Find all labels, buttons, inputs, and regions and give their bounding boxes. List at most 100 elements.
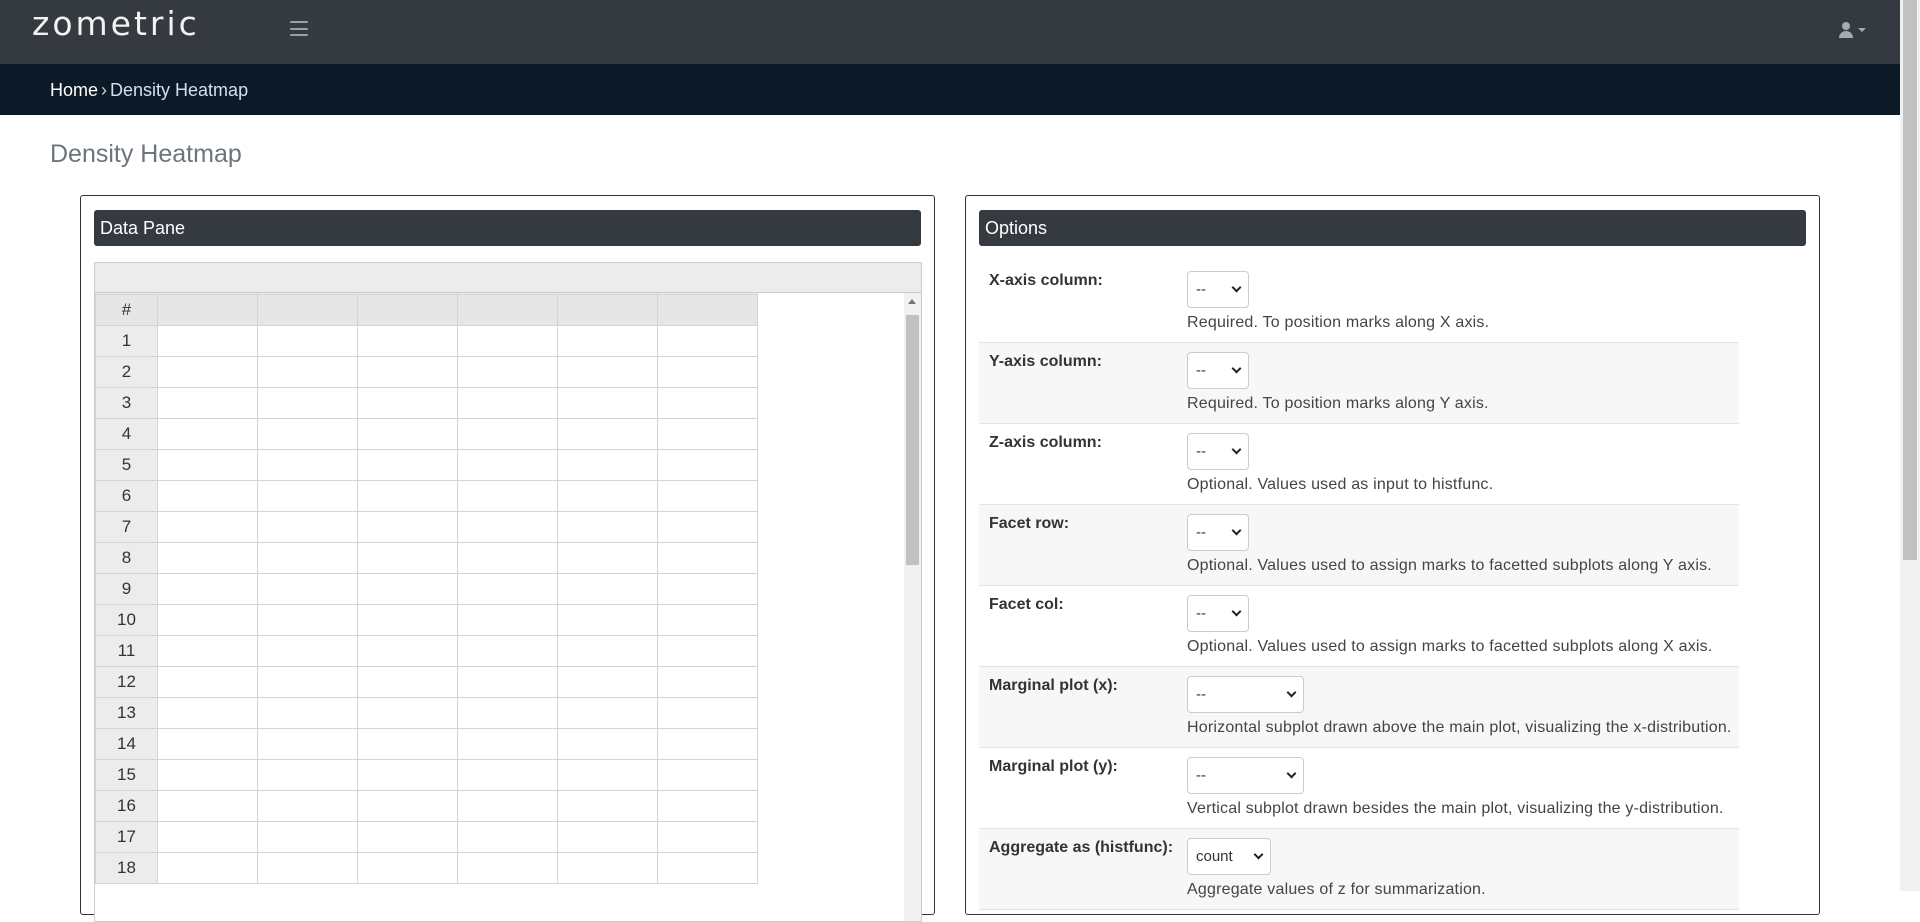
- grid-scrollbar[interactable]: [904, 293, 921, 921]
- column-name-cell[interactable]: [557, 294, 658, 326]
- data-grid[interactable]: C1C2C3C4C5C6 #12345678910111213141516171…: [94, 262, 922, 922]
- user-menu-button[interactable]: [1838, 20, 1872, 40]
- table-cell[interactable]: [457, 449, 558, 481]
- table-cell[interactable]: [257, 790, 358, 822]
- table-cell[interactable]: [357, 356, 458, 388]
- table-cell[interactable]: [657, 666, 758, 698]
- table-cell[interactable]: [557, 635, 658, 667]
- table-cell[interactable]: [257, 759, 358, 791]
- table-cell[interactable]: [357, 697, 458, 729]
- table-cell[interactable]: [357, 759, 458, 791]
- table-cell[interactable]: [257, 821, 358, 853]
- table-cell[interactable]: [557, 542, 658, 574]
- table-cell[interactable]: [557, 325, 658, 357]
- table-cell[interactable]: [157, 604, 258, 636]
- table-cell[interactable]: [657, 759, 758, 791]
- table-cell[interactable]: [557, 356, 658, 388]
- table-cell[interactable]: [357, 573, 458, 605]
- table-cell[interactable]: [357, 604, 458, 636]
- table-cell[interactable]: [557, 728, 658, 760]
- window-scrollbar-thumb[interactable]: [1903, 0, 1917, 560]
- table-cell[interactable]: [157, 759, 258, 791]
- table-cell[interactable]: [157, 728, 258, 760]
- window-scrollbar[interactable]: [1900, 0, 1920, 891]
- hamburger-menu-icon[interactable]: [290, 21, 308, 36]
- table-cell[interactable]: [257, 728, 358, 760]
- table-cell[interactable]: [657, 480, 758, 512]
- table-cell[interactable]: [157, 511, 258, 543]
- option-select[interactable]: count: [1187, 838, 1271, 875]
- table-cell[interactable]: [257, 666, 358, 698]
- table-cell[interactable]: [457, 480, 558, 512]
- table-cell[interactable]: [457, 542, 558, 574]
- table-cell[interactable]: [157, 852, 258, 884]
- table-cell[interactable]: [457, 728, 558, 760]
- table-cell[interactable]: [257, 325, 358, 357]
- table-cell[interactable]: [457, 635, 558, 667]
- column-name-cell[interactable]: [357, 294, 458, 326]
- table-cell[interactable]: [257, 387, 358, 419]
- table-cell[interactable]: [657, 697, 758, 729]
- table-cell[interactable]: [257, 480, 358, 512]
- grid-scrollbar-thumb[interactable]: [906, 315, 919, 565]
- table-cell[interactable]: [157, 666, 258, 698]
- table-cell[interactable]: [557, 604, 658, 636]
- table-cell[interactable]: [157, 821, 258, 853]
- option-select[interactable]: --: [1187, 433, 1249, 470]
- table-cell[interactable]: [457, 604, 558, 636]
- table-cell[interactable]: [557, 666, 658, 698]
- table-cell[interactable]: [457, 511, 558, 543]
- table-cell[interactable]: [557, 480, 658, 512]
- column-name-cell[interactable]: [457, 294, 558, 326]
- table-cell[interactable]: [157, 635, 258, 667]
- table-cell[interactable]: [657, 542, 758, 574]
- table-cell[interactable]: [457, 852, 558, 884]
- table-cell[interactable]: [357, 666, 458, 698]
- table-cell[interactable]: [257, 604, 358, 636]
- table-cell[interactable]: [657, 852, 758, 884]
- table-cell[interactable]: [357, 387, 458, 419]
- table-cell[interactable]: [357, 542, 458, 574]
- column-name-cell[interactable]: [257, 294, 358, 326]
- table-cell[interactable]: [257, 697, 358, 729]
- table-cell[interactable]: [657, 356, 758, 388]
- table-cell[interactable]: [557, 759, 658, 791]
- table-cell[interactable]: [457, 387, 558, 419]
- option-select[interactable]: --: [1187, 595, 1249, 632]
- table-cell[interactable]: [157, 542, 258, 574]
- table-cell[interactable]: [457, 821, 558, 853]
- table-cell[interactable]: [157, 573, 258, 605]
- table-cell[interactable]: [457, 666, 558, 698]
- table-cell[interactable]: [557, 790, 658, 822]
- table-cell[interactable]: [257, 356, 358, 388]
- table-cell[interactable]: [657, 728, 758, 760]
- table-cell[interactable]: [157, 790, 258, 822]
- table-cell[interactable]: [557, 449, 658, 481]
- table-cell[interactable]: [257, 449, 358, 481]
- option-select[interactable]: --: [1187, 352, 1249, 389]
- table-cell[interactable]: [557, 852, 658, 884]
- table-cell[interactable]: [557, 418, 658, 450]
- table-cell[interactable]: [457, 790, 558, 822]
- table-cell[interactable]: [557, 821, 658, 853]
- table-cell[interactable]: [257, 542, 358, 574]
- table-cell[interactable]: [357, 449, 458, 481]
- table-cell[interactable]: [157, 325, 258, 357]
- table-cell[interactable]: [357, 821, 458, 853]
- scroll-up-icon[interactable]: [908, 299, 916, 304]
- table-cell[interactable]: [457, 573, 558, 605]
- table-cell[interactable]: [357, 635, 458, 667]
- option-select[interactable]: --: [1187, 271, 1249, 308]
- column-name-cell[interactable]: [657, 294, 758, 326]
- table-cell[interactable]: [657, 821, 758, 853]
- table-cell[interactable]: [657, 511, 758, 543]
- option-select[interactable]: --: [1187, 514, 1249, 551]
- table-cell[interactable]: [257, 635, 358, 667]
- table-cell[interactable]: [457, 325, 558, 357]
- table-cell[interactable]: [157, 418, 258, 450]
- table-cell[interactable]: [157, 356, 258, 388]
- table-cell[interactable]: [357, 325, 458, 357]
- table-cell[interactable]: [357, 852, 458, 884]
- app-logo[interactable]: zometric: [32, 4, 200, 43]
- table-cell[interactable]: [657, 604, 758, 636]
